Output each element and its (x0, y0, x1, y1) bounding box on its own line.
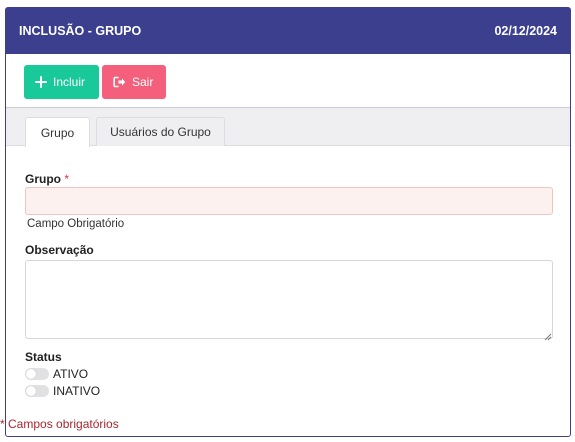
required-mark: * (64, 172, 70, 186)
status-option-inativo: INATIVO (25, 384, 100, 398)
resize-handle-icon[interactable] (543, 328, 552, 341)
status-option-ativo: ATIVO (25, 367, 88, 381)
form-card: INCLUSÃO - GRUPO 02/12/2024 Incluir Sair… (5, 7, 571, 437)
ativo-toggle[interactable] (25, 368, 49, 380)
inativo-label: INATIVO (53, 384, 101, 398)
exit-button-label: Sair (132, 75, 154, 89)
ativo-label: ATIVO (53, 367, 89, 381)
required-fields-note: * Campos obrigatórios (0, 417, 119, 431)
tab-usuarios-do-grupo[interactable]: Usuários do Grupo (96, 117, 225, 146)
include-button-label: Incluir (53, 75, 86, 89)
grupo-label-text: Grupo (25, 172, 61, 186)
plus-icon (35, 76, 47, 88)
page-header: INCLUSÃO - GRUPO 02/12/2024 (6, 8, 570, 54)
observacao-textarea[interactable] (25, 260, 553, 339)
status-label: Status (25, 350, 62, 364)
sign-out-icon (113, 76, 126, 88)
page-title: INCLUSÃO - GRUPO (19, 24, 142, 38)
toolbar: Incluir Sair (6, 54, 570, 108)
observacao-label: Observação (25, 243, 94, 257)
tab-grupo[interactable]: Grupo (25, 117, 90, 147)
include-button[interactable]: Incluir (24, 65, 99, 99)
grupo-label: Grupo * (25, 172, 69, 186)
grupo-validation-hint: Campo Obrigatório (27, 218, 125, 230)
inativo-toggle[interactable] (25, 385, 49, 397)
exit-button[interactable]: Sair (102, 65, 166, 99)
tab-bar: Grupo Usuários do Grupo (6, 108, 570, 147)
header-date: 02/12/2024 (494, 24, 557, 38)
grupo-input[interactable] (25, 187, 553, 215)
